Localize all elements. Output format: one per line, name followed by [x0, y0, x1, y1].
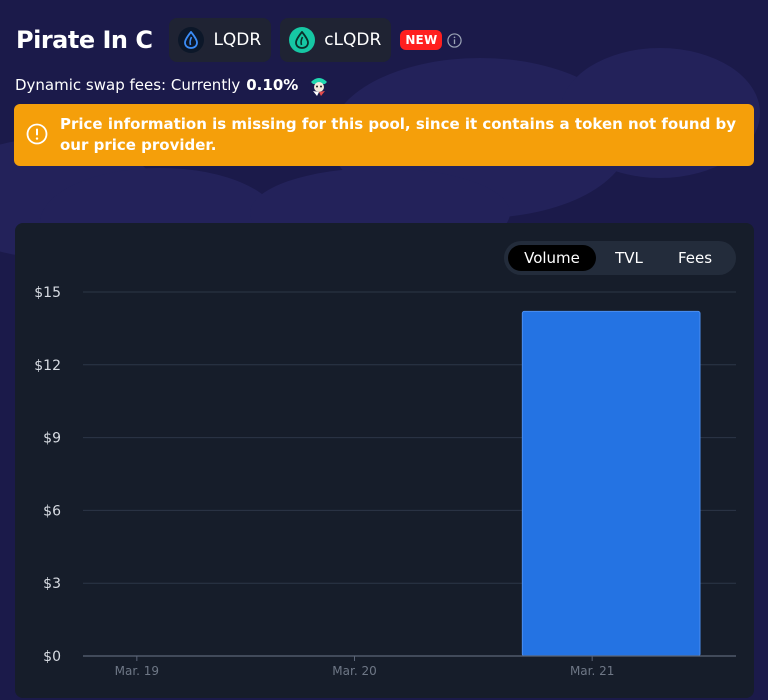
- fees-value: 0.10%: [246, 76, 299, 94]
- token-symbol: cLQDR: [324, 30, 382, 50]
- liquid-drop-icon: [178, 27, 205, 53]
- volume-bar-chart: $0 $3 $6 $9 $12 $15 Mar. 19 Mar. 20 Mar. 21: [34, 285, 736, 678]
- liquid-drop-icon: [289, 27, 316, 53]
- x-tick-label: Mar. 19: [115, 664, 159, 678]
- token-chip-lqdr[interactable]: LQDR: [169, 18, 272, 62]
- fees-label: Dynamic swap fees: Currently: [15, 76, 241, 94]
- new-badge: NEW: [400, 30, 443, 50]
- info-icon[interactable]: [447, 32, 463, 48]
- y-tick-label: $6: [43, 503, 61, 519]
- token-symbol: LQDR: [213, 30, 262, 50]
- x-tick-label: Mar. 21: [570, 664, 614, 678]
- chart-card: $0 $3 $6 $9 $12 $15 Mar. 19 Mar. 20 Mar. 21 Volu…: [15, 223, 754, 698]
- pool-title: Pirate In C: [16, 26, 153, 54]
- mascot-icon: [308, 74, 331, 96]
- exclamation-circle-icon: [26, 123, 48, 145]
- token-chip-clqdr[interactable]: cLQDR: [280, 18, 392, 62]
- y-tick-label: $12: [34, 358, 61, 374]
- toggle-tvl[interactable]: TVL: [596, 245, 662, 271]
- y-tick-label: $15: [34, 285, 61, 301]
- dynamic-fees-row: Dynamic swap fees: Currently 0.10%: [15, 72, 754, 98]
- y-tick-label: $3: [43, 576, 61, 592]
- x-tick-label: Mar. 20: [332, 664, 376, 678]
- toggle-volume[interactable]: Volume: [508, 245, 596, 271]
- toggle-fees[interactable]: Fees: [662, 245, 728, 271]
- bar: [521, 310, 701, 657]
- price-warning-banner: Price information is missing for this po…: [14, 104, 754, 166]
- pool-header: Pirate In C LQDR cLQDR NEW: [14, 18, 754, 62]
- y-tick-label: $0: [43, 649, 61, 665]
- warning-text: Price information is missing for this po…: [60, 115, 737, 154]
- chart-metric-toggle: Volume TVL Fees: [504, 241, 736, 275]
- y-tick-label: $9: [43, 431, 61, 447]
- pool-page: Pirate In C LQDR cLQDR NEW Dynamic swap …: [0, 18, 768, 166]
